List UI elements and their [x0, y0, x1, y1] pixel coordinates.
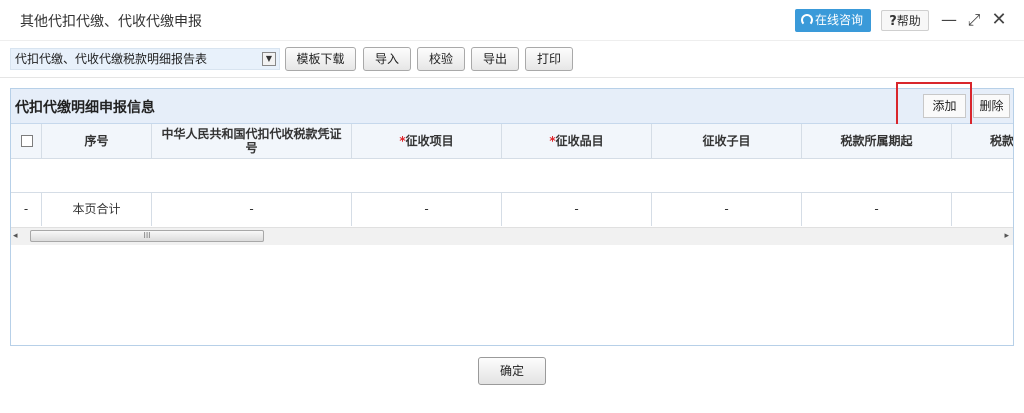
print-button[interactable]: 打印: [525, 47, 573, 71]
help-label: 帮助: [896, 14, 921, 28]
column-levy-item-label: 征收项目: [405, 134, 454, 148]
report-type-value: 代扣代缴、代收代缴税款明细报告表: [15, 52, 208, 66]
online-consult-label: 在线咨询: [815, 13, 864, 27]
table-header: 序号 中华人民共和国代扣代收税款凭证号 *征收项目 *征收品目 征收子目 税款所…: [11, 124, 1013, 159]
help-button[interactable]: ?帮助: [881, 10, 929, 31]
verify-button[interactable]: 校验: [417, 47, 465, 71]
add-button-highlight: [896, 82, 972, 130]
table-row-empty: [11, 159, 1013, 193]
headset-icon: [801, 14, 813, 26]
dropdown-arrow-icon[interactable]: ▼: [262, 52, 276, 66]
delete-button[interactable]: 删除: [973, 94, 1010, 118]
total-levy-item-cell: -: [352, 193, 502, 226]
select-all-checkbox[interactable]: [21, 135, 33, 147]
scroll-thumb[interactable]: III: [30, 230, 264, 242]
column-period-start: 税款所属期起: [802, 124, 952, 158]
column-levy-item: *征收项目: [352, 124, 502, 158]
maximize-icon[interactable]: ⤢: [965, 9, 983, 31]
confirm-button[interactable]: 确定: [478, 357, 546, 385]
total-certificate-cell: -: [152, 193, 352, 226]
total-label-cell: 本页合计: [42, 193, 152, 226]
total-check-cell: -: [11, 193, 42, 226]
column-seq: 序号: [42, 124, 152, 158]
column-levy-category-label: 征收品目: [555, 134, 604, 148]
column-certificate: 中华人民共和国代扣代收税款凭证号: [152, 124, 352, 158]
column-levy-category: *征收品目: [502, 124, 652, 158]
minimize-icon[interactable]: —: [940, 9, 958, 31]
close-icon[interactable]: ✕: [990, 9, 1008, 31]
scroll-right-icon[interactable]: ▸: [1004, 231, 1009, 241]
total-period-start-cell: -: [802, 193, 952, 226]
horizontal-scrollbar[interactable]: ◂ III ▸: [11, 227, 1013, 245]
panel-header: 代扣代缴明细申报信息 添加 删除: [11, 82, 1013, 130]
withholding-detail-panel: 代扣代缴明细申报信息 添加 删除 序号 中华人民共和国代扣代收税款凭证号 *征收…: [10, 82, 1014, 346]
question-icon: ?: [889, 14, 897, 29]
total-levy-subitem-cell: -: [652, 193, 802, 226]
report-type-select[interactable]: 代扣代缴、代收代缴税款明细报告表 ▼: [10, 48, 280, 70]
window-title: 其他代扣代缴、代收代缴申报: [20, 14, 202, 30]
template-download-button[interactable]: 模板下载: [285, 47, 356, 71]
column-partial: 税款: [990, 134, 1013, 148]
table-row-total: - 本页合计 - - - - -: [11, 193, 1013, 226]
import-button[interactable]: 导入: [363, 47, 411, 71]
panel-title: 代扣代缴明细申报信息: [15, 100, 155, 116]
title-bar: 其他代扣代缴、代收代缴申报 在线咨询 ?帮助 — ⤢ ✕: [0, 0, 1024, 41]
select-all-column: [11, 124, 42, 158]
scroll-left-icon[interactable]: ◂: [13, 231, 18, 241]
toolbar: 代扣代缴、代收代缴税款明细报告表 ▼ 模板下载 导入 校验 导出 打印: [0, 41, 1024, 78]
column-levy-subitem: 征收子目: [652, 124, 802, 158]
export-button[interactable]: 导出: [471, 47, 519, 71]
total-levy-category-cell: -: [502, 193, 652, 226]
online-consult-button[interactable]: 在线咨询: [795, 9, 871, 32]
